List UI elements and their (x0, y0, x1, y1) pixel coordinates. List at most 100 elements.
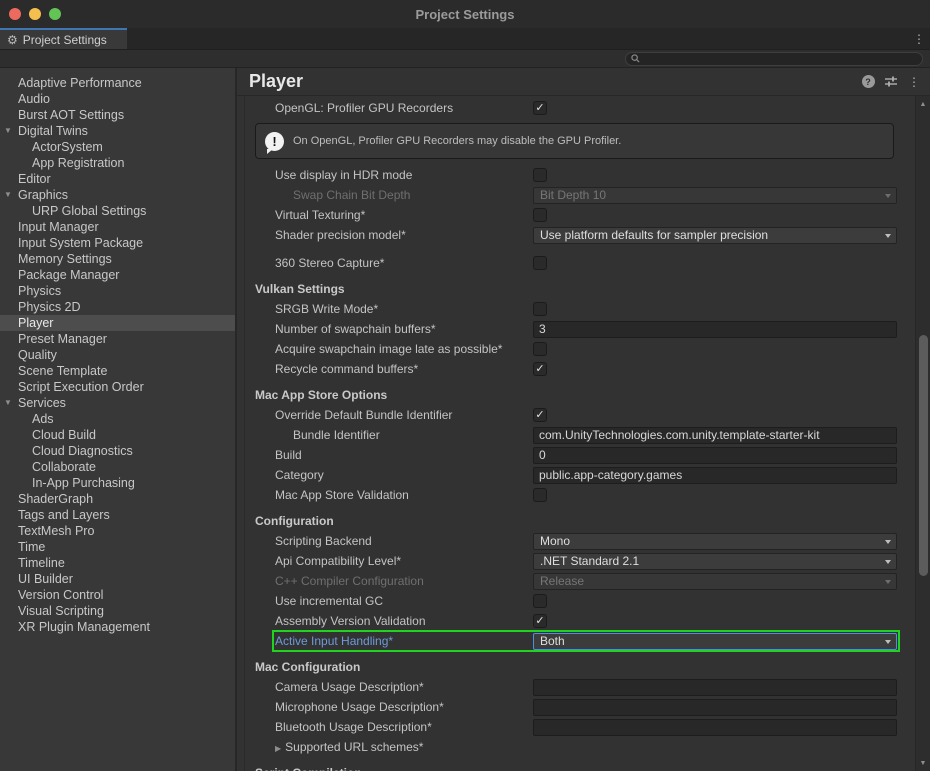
row-label: Category (275, 468, 324, 482)
sidebar-item-timeline[interactable]: Timeline (0, 555, 235, 571)
sidebar-item-actorsystem[interactable]: ActorSystem (0, 139, 235, 155)
section-header: Vulkan Settings (245, 279, 915, 299)
sidebar-item-tags-and-layers[interactable]: Tags and Layers (0, 507, 235, 523)
sidebar-item-preset-manager[interactable]: Preset Manager (0, 331, 235, 347)
text-input[interactable] (533, 427, 897, 444)
scroll-down-icon[interactable]: ▼ (916, 757, 930, 769)
sidebar-item-urp-global-settings[interactable]: URP Global Settings (0, 203, 235, 219)
sidebar-item-input-system-package[interactable]: Input System Package (0, 235, 235, 251)
dropdown[interactable]: Mono (533, 533, 897, 550)
row-control: ✓ (533, 408, 897, 422)
checkbox-unchecked[interactable] (533, 256, 547, 270)
sidebar-item-digital-twins[interactable]: ▼Digital Twins (0, 123, 235, 139)
sidebar-item-visual-scripting[interactable]: Visual Scripting (0, 603, 235, 619)
sidebar-item-scene-template[interactable]: Scene Template (0, 363, 235, 379)
foldout-collapsed-icon[interactable]: ▶ (275, 744, 281, 753)
checkbox-checked[interactable]: ✓ (533, 614, 547, 628)
dropdown[interactable]: Bit Depth 10 (533, 187, 897, 204)
sidebar-item-shadergraph[interactable]: ShaderGraph (0, 491, 235, 507)
checkbox-checked[interactable]: ✓ (533, 362, 547, 376)
sidebar-item-input-manager[interactable]: Input Manager (0, 219, 235, 235)
sidebar-item-app-registration[interactable]: App Registration (0, 155, 235, 171)
sidebar-item-label: In-App Purchasing (32, 476, 135, 490)
checkbox-unchecked[interactable] (533, 342, 547, 356)
sidebar-item-editor[interactable]: Editor (0, 171, 235, 187)
sidebar-item-player[interactable]: Player (0, 315, 235, 331)
foldout-expanded-icon[interactable]: ▼ (4, 123, 12, 139)
row-control (533, 594, 897, 608)
warning-info-icon: ! (265, 132, 284, 151)
sidebar-item-label: Physics (18, 284, 61, 298)
sidebar-item-label: Graphics (18, 188, 68, 202)
settings-category-sidebar: Adaptive PerformanceAudioBurst AOT Setti… (0, 68, 237, 771)
scrollbar-thumb[interactable] (919, 335, 928, 576)
settings-row: Assembly Version Validation✓ (245, 611, 915, 631)
checkbox-checked[interactable]: ✓ (533, 408, 547, 422)
sidebar-item-cloud-build[interactable]: Cloud Build (0, 427, 235, 443)
sidebar-item-label: URP Global Settings (32, 204, 146, 218)
sidebar-item-script-execution-order[interactable]: Script Execution Order (0, 379, 235, 395)
text-input[interactable] (533, 467, 897, 484)
settings-row: Api Compatibility Level*.NET Standard 2.… (245, 551, 915, 571)
sidebar-item-textmesh-pro[interactable]: TextMesh Pro (0, 523, 235, 539)
sidebar-item-ui-builder[interactable]: UI Builder (0, 571, 235, 587)
checkbox-checked[interactable]: ✓ (533, 101, 547, 115)
sidebar-item-in-app-purchasing[interactable]: In-App Purchasing (0, 475, 235, 491)
sidebar-item-quality[interactable]: Quality (0, 347, 235, 363)
scroll-up-icon[interactable]: ▲ (916, 98, 930, 110)
row-label: Swap Chain Bit Depth (293, 188, 410, 202)
foldout-expanded-icon[interactable]: ▼ (4, 187, 12, 203)
row-label: Bluetooth Usage Description* (275, 720, 432, 734)
sidebar-item-physics-2d[interactable]: Physics 2D (0, 299, 235, 315)
dropdown[interactable]: .NET Standard 2.1 (533, 553, 897, 570)
sidebar-item-adaptive-performance[interactable]: Adaptive Performance (0, 75, 235, 91)
sidebar-item-cloud-diagnostics[interactable]: Cloud Diagnostics (0, 443, 235, 459)
sidebar-item-services[interactable]: ▼ Services (0, 395, 235, 411)
checkbox-unchecked[interactable] (533, 168, 547, 182)
sidebar-item-label: Services (18, 396, 66, 410)
foldout-expanded-icon[interactable]: ▼ (4, 395, 12, 411)
sidebar-item-time[interactable]: Time (0, 539, 235, 555)
search-icon (631, 54, 640, 63)
sidebar-item-version-control[interactable]: Version Control (0, 587, 235, 603)
dropdown[interactable]: Release (533, 573, 897, 590)
text-input[interactable] (533, 447, 897, 464)
checkbox-unchecked[interactable] (533, 488, 547, 502)
text-input[interactable] (533, 679, 897, 696)
search-box[interactable] (625, 52, 923, 66)
row-control (533, 679, 897, 696)
vertical-scrollbar[interactable]: ▲ ▼ (915, 96, 930, 771)
pane-menu-icon[interactable]: ⋮ (906, 75, 922, 89)
checkbox-unchecked[interactable] (533, 208, 547, 222)
row-label: Camera Usage Description* (275, 680, 424, 694)
foldout-row-label[interactable]: ▶Supported URL schemes* (275, 740, 423, 754)
sidebar-item-memory-settings[interactable]: Memory Settings (0, 251, 235, 267)
sidebar-item-label: Script Execution Order (18, 380, 144, 394)
tab-menu-icon[interactable]: ⋮ (908, 28, 930, 49)
help-icon[interactable]: ? (860, 75, 876, 88)
settings-row: C++ Compiler ConfigurationRelease (245, 571, 915, 591)
search-input[interactable] (643, 53, 922, 65)
sidebar-item-audio[interactable]: Audio (0, 91, 235, 107)
settings-row: Virtual Texturing* (245, 205, 915, 225)
row-label: Scripting Backend (275, 534, 372, 548)
text-input[interactable] (533, 321, 897, 338)
sidebar-item-collaborate[interactable]: Collaborate (0, 459, 235, 475)
sidebar-item-xr-plugin-management[interactable]: XR Plugin Management (0, 619, 235, 635)
tab-project-settings[interactable]: ⚙ Project Settings (0, 28, 127, 49)
checkbox-unchecked[interactable] (533, 302, 547, 316)
dropdown[interactable]: Use platform defaults for sampler precis… (533, 227, 897, 244)
checkbox-unchecked[interactable] (533, 594, 547, 608)
sidebar-item-graphics[interactable]: ▼ Graphics (0, 187, 235, 203)
preset-icon[interactable] (883, 75, 899, 88)
sidebar-item-label: Input System Package (18, 236, 143, 250)
sidebar-item-package-manager[interactable]: Package Manager (0, 267, 235, 283)
text-input[interactable] (533, 699, 897, 716)
dropdown[interactable]: Both (533, 633, 897, 650)
settings-row: Override Default Bundle Identifier✓ (245, 405, 915, 425)
sidebar-item-ads[interactable]: Ads (0, 411, 235, 427)
text-input[interactable] (533, 719, 897, 736)
row-label: Use display in HDR mode (275, 168, 412, 182)
sidebar-item-physics[interactable]: Physics (0, 283, 235, 299)
sidebar-item-burst-aot-settings[interactable]: Burst AOT Settings (0, 107, 235, 123)
